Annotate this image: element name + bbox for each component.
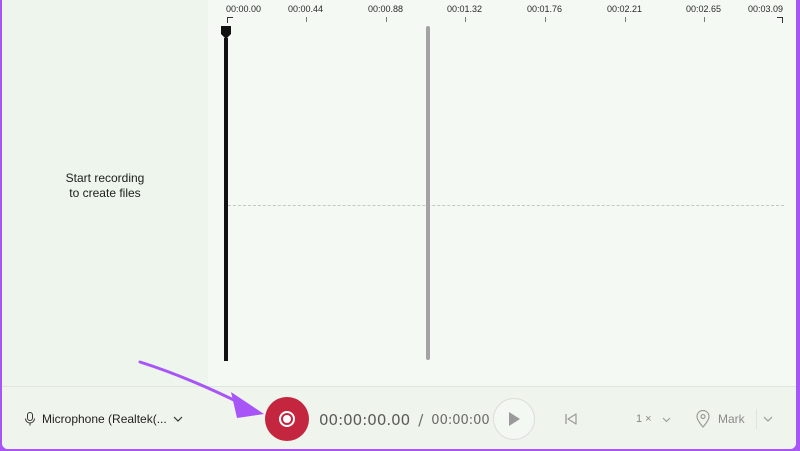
timeline-pane[interactable]: 00:00.00 00:00.44 00:00.88 00:01.32 00:0… (208, 0, 796, 386)
microphone-icon (25, 412, 35, 426)
time-ruler: 00:00.00 00:00.44 00:00.88 00:01.32 00:0… (208, 0, 796, 24)
end-marker[interactable] (426, 26, 430, 360)
tick-mark (465, 17, 466, 22)
empty-state-line-2: to create files (69, 186, 141, 200)
location-pin-icon (696, 410, 710, 428)
tick-label: 00:00.00 (226, 4, 262, 14)
time-readout: 00:00:00.00 / 00:00:00 (319, 409, 490, 431)
voice-recorder-window: Start recording to create files 00:00.00… (2, 0, 796, 449)
play-icon (509, 412, 520, 426)
skip-back-icon[interactable] (563, 411, 579, 427)
microphone-label: Microphone (Realtek(... (42, 412, 167, 426)
waveform-baseline (228, 205, 784, 206)
play-button[interactable] (493, 398, 535, 440)
speed-label: 1 × (636, 413, 652, 425)
tick-mark (625, 17, 626, 22)
total-time: 00:00:00 (431, 412, 490, 428)
empty-state-message: Start recording to create files (66, 171, 145, 201)
record-button[interactable] (265, 397, 309, 441)
chevron-down-icon (173, 416, 183, 422)
tick-mark (545, 17, 546, 22)
time-separator: / (418, 411, 424, 429)
chevron-down-icon (662, 417, 670, 422)
record-icon (279, 411, 295, 427)
playback-controls-bar: Microphone (Realtek(... 00:00:00.00 / 00… (2, 386, 796, 449)
playback-speed-selector[interactable]: 1 × (636, 411, 671, 427)
divider (756, 409, 757, 429)
tick-label: 00:00.88 (368, 4, 404, 14)
end-bracket (777, 17, 783, 23)
tick-label: 00:02.65 (686, 4, 722, 14)
mark-label: Mark (718, 412, 745, 426)
current-time: 00:00:00.00 (319, 411, 411, 429)
tick-label: 00:01.76 (527, 4, 563, 14)
recordings-list-pane: Start recording to create files (2, 0, 208, 386)
microphone-selector[interactable]: Microphone (Realtek(... (24, 409, 183, 429)
tick-mark (704, 17, 705, 22)
tick-label: 00:02.21 (607, 4, 643, 14)
tick-label: 00:01.32 (447, 4, 483, 14)
playhead[interactable] (224, 38, 228, 361)
start-bracket (227, 17, 233, 23)
tick-mark (306, 17, 307, 22)
empty-state-line-1: Start recording (65, 171, 145, 185)
tick-label: 00:00.44 (288, 4, 324, 14)
tick-mark (386, 17, 387, 22)
chevron-down-icon[interactable] (762, 412, 774, 426)
tick-label: 00:03.09 (748, 4, 784, 14)
mark-button[interactable]: Mark (696, 409, 745, 429)
